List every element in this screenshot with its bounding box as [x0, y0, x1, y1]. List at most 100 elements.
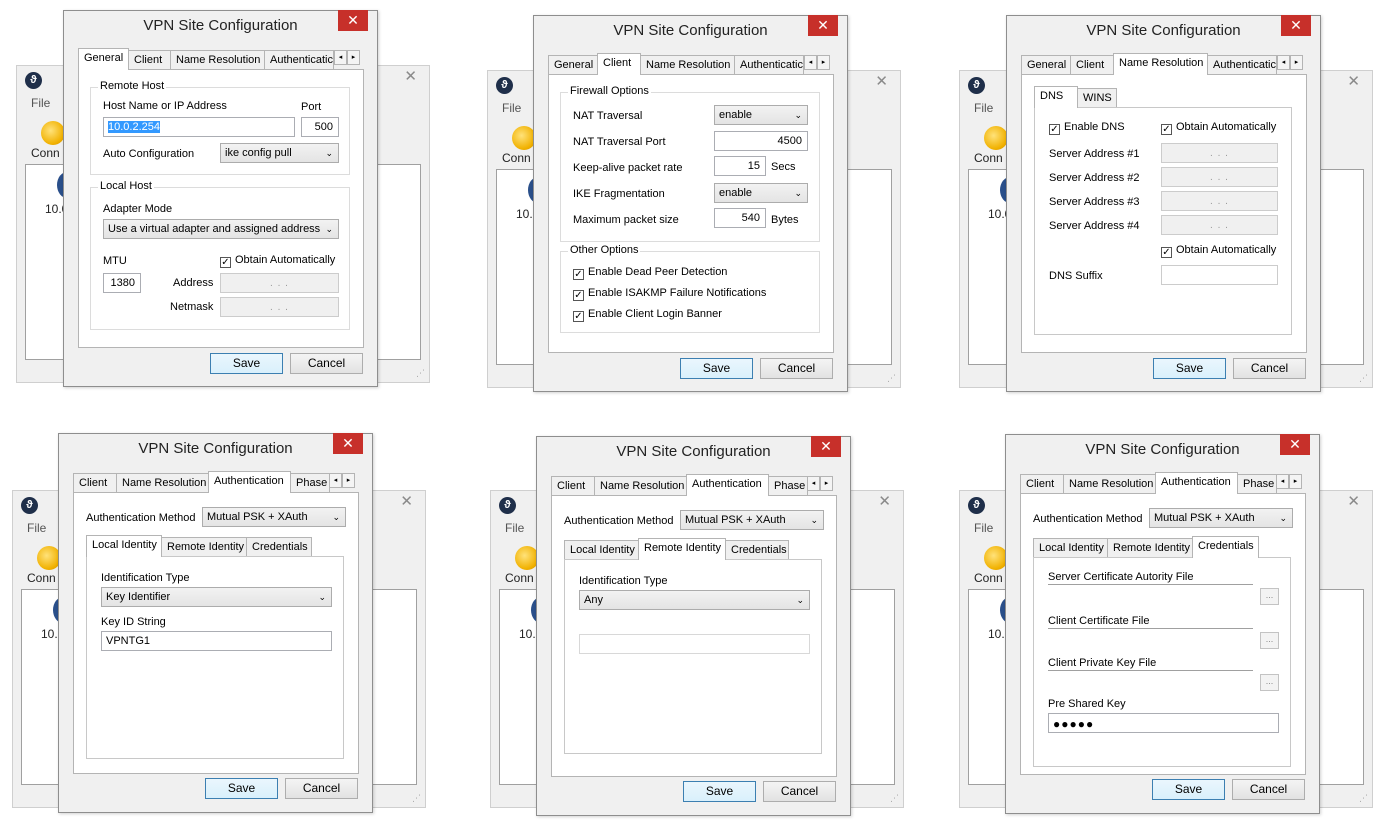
cancel-button[interactable]: Cancel	[1232, 779, 1305, 800]
client-key-field[interactable]	[1048, 670, 1253, 671]
close-button[interactable]: ✕	[333, 433, 363, 454]
tab-authentication[interactable]: Authenticatic	[264, 50, 334, 69]
tab-phase[interactable]: Phase	[290, 473, 330, 492]
save-button[interactable]: Save	[680, 358, 753, 379]
server-cert-browse-button[interactable]: ...	[1260, 588, 1279, 605]
keepalive-input[interactable]: 15	[714, 156, 766, 176]
resize-grip-icon[interactable]: ⋰	[890, 793, 899, 804]
resize-grip-icon[interactable]: ⋰	[412, 793, 421, 804]
tab-scroll-right-icon[interactable]: ▸	[347, 50, 360, 65]
file-menu[interactable]: File	[974, 521, 993, 535]
bg-close-icon[interactable]: ✕	[1347, 492, 1360, 510]
tab-client[interactable]: Client	[128, 50, 171, 69]
tab-authentication[interactable]: Authenticatic	[1207, 55, 1277, 74]
tab-scroll-left-icon[interactable]: ◂	[329, 473, 342, 488]
subtab-local-identity[interactable]: Local Identity	[564, 540, 639, 559]
client-key-browse-button[interactable]: ...	[1260, 674, 1279, 691]
subtab-local-identity[interactable]: Local Identity	[86, 535, 162, 557]
isakmp-checkbox[interactable]: ✓ Enable ISAKMP Failure Notifications	[573, 287, 766, 301]
close-button[interactable]: ✕	[808, 15, 838, 36]
tab-scroll-right-icon[interactable]: ▸	[820, 476, 833, 491]
save-button[interactable]: Save	[205, 778, 278, 799]
client-cert-browse-button[interactable]: ...	[1260, 632, 1279, 649]
dns-suffix-input[interactable]	[1161, 265, 1278, 285]
subtab-remote-identity[interactable]: Remote Identity	[638, 538, 726, 560]
netmask-input[interactable]: . . .	[220, 297, 339, 317]
id-type-select[interactable]: Key Identifier ⌄	[101, 587, 332, 607]
cancel-button[interactable]: Cancel	[1233, 358, 1306, 379]
subtab-dns[interactable]: DNS	[1034, 86, 1078, 108]
close-button[interactable]: ✕	[811, 436, 841, 457]
ike-frag-select[interactable]: enable ⌄	[714, 183, 808, 203]
save-button[interactable]: Save	[210, 353, 283, 374]
enable-dns-checkbox[interactable]: ✓ Enable DNS	[1049, 121, 1125, 135]
close-button[interactable]: ✕	[338, 10, 368, 31]
tab-client[interactable]: Client	[551, 476, 595, 495]
subtab-credentials[interactable]: Credentials	[1192, 536, 1259, 558]
server4-input[interactable]: . . .	[1161, 215, 1278, 235]
tab-general[interactable]: General	[548, 55, 598, 74]
tab-scroll-right-icon[interactable]: ▸	[1290, 55, 1303, 70]
mtu-input[interactable]: 1380	[103, 273, 141, 293]
save-button[interactable]: Save	[1152, 779, 1225, 800]
tab-phase[interactable]: Phase	[1237, 474, 1277, 493]
tab-general[interactable]: General	[78, 48, 129, 70]
auth-method-select[interactable]: Mutual PSK + XAuth ⌄	[680, 510, 824, 530]
obtain-auto-checkbox[interactable]: ✓ Obtain Automatically	[1161, 121, 1276, 135]
server-cert-field[interactable]	[1048, 584, 1253, 585]
remote-id-input[interactable]	[579, 634, 810, 654]
save-button[interactable]: Save	[1153, 358, 1226, 379]
save-button[interactable]: Save	[683, 781, 756, 802]
cancel-button[interactable]: Cancel	[285, 778, 358, 799]
subtab-remote-identity[interactable]: Remote Identity	[161, 537, 247, 556]
tab-general[interactable]: General	[1021, 55, 1071, 74]
tab-authentication[interactable]: Authentication	[208, 471, 291, 493]
address-input[interactable]: . . .	[220, 273, 339, 293]
tab-authentication[interactable]: Authentication	[686, 474, 769, 496]
auth-method-select[interactable]: Mutual PSK + XAuth ⌄	[202, 507, 346, 527]
obtain-auto2-checkbox[interactable]: ✓ Obtain Automatically	[1161, 244, 1276, 258]
tab-client[interactable]: Client	[73, 473, 117, 492]
resize-grip-icon[interactable]: ⋰	[416, 368, 425, 379]
tab-name-resolution[interactable]: Name Resolution	[1113, 53, 1208, 75]
file-menu[interactable]: File	[31, 96, 50, 110]
resize-grip-icon[interactable]: ⋰	[887, 373, 896, 384]
nat-traversal-select[interactable]: enable ⌄	[714, 105, 808, 125]
tab-client[interactable]: Client	[1020, 474, 1064, 493]
bg-close-icon[interactable]: ✕	[878, 492, 891, 510]
cancel-button[interactable]: Cancel	[763, 781, 836, 802]
close-button[interactable]: ✕	[1281, 15, 1311, 36]
tab-scroll-left-icon[interactable]: ◂	[807, 476, 820, 491]
tab-client[interactable]: Client	[1070, 55, 1114, 74]
tab-name-resolution[interactable]: Name Resolution	[640, 55, 735, 74]
client-cert-field[interactable]	[1048, 628, 1253, 629]
file-menu[interactable]: File	[502, 101, 521, 115]
tab-scroll-right-icon[interactable]: ▸	[817, 55, 830, 70]
server2-input[interactable]: . . .	[1161, 167, 1278, 187]
subtab-credentials[interactable]: Credentials	[246, 537, 312, 556]
tab-name-resolution[interactable]: Name Resolution	[594, 476, 687, 495]
bg-close-icon[interactable]: ✕	[875, 72, 888, 90]
auto-config-select[interactable]: ike config pull ⌄	[220, 143, 339, 163]
auth-method-select[interactable]: Mutual PSK + XAuth ⌄	[1149, 508, 1293, 528]
id-type-select[interactable]: Any ⌄	[579, 590, 810, 610]
bg-close-icon[interactable]: ✕	[404, 67, 417, 85]
subtab-local-identity[interactable]: Local Identity	[1033, 538, 1108, 557]
connect-icon[interactable]	[41, 121, 65, 145]
connect-icon[interactable]	[984, 126, 1008, 150]
subtab-wins[interactable]: WINS	[1077, 88, 1117, 107]
resize-grip-icon[interactable]: ⋰	[1359, 793, 1368, 804]
port-input[interactable]: 500	[301, 117, 339, 137]
tab-authentication[interactable]: Authenticatic	[734, 55, 804, 74]
host-input[interactable]: 10.0.2.254	[103, 117, 295, 137]
subtab-credentials[interactable]: Credentials	[725, 540, 789, 559]
cancel-button[interactable]: Cancel	[290, 353, 363, 374]
tab-authentication[interactable]: Authentication	[1155, 472, 1238, 494]
tab-phase[interactable]: Phase	[768, 476, 808, 495]
banner-checkbox[interactable]: ✓ Enable Client Login Banner	[573, 308, 722, 322]
tab-scroll-left-icon[interactable]: ◂	[1277, 55, 1290, 70]
tab-name-resolution[interactable]: Name Resolution	[116, 473, 209, 492]
file-menu[interactable]: File	[27, 521, 46, 535]
nat-port-input[interactable]: 4500	[714, 131, 808, 151]
tab-scroll-left-icon[interactable]: ◂	[1276, 474, 1289, 489]
